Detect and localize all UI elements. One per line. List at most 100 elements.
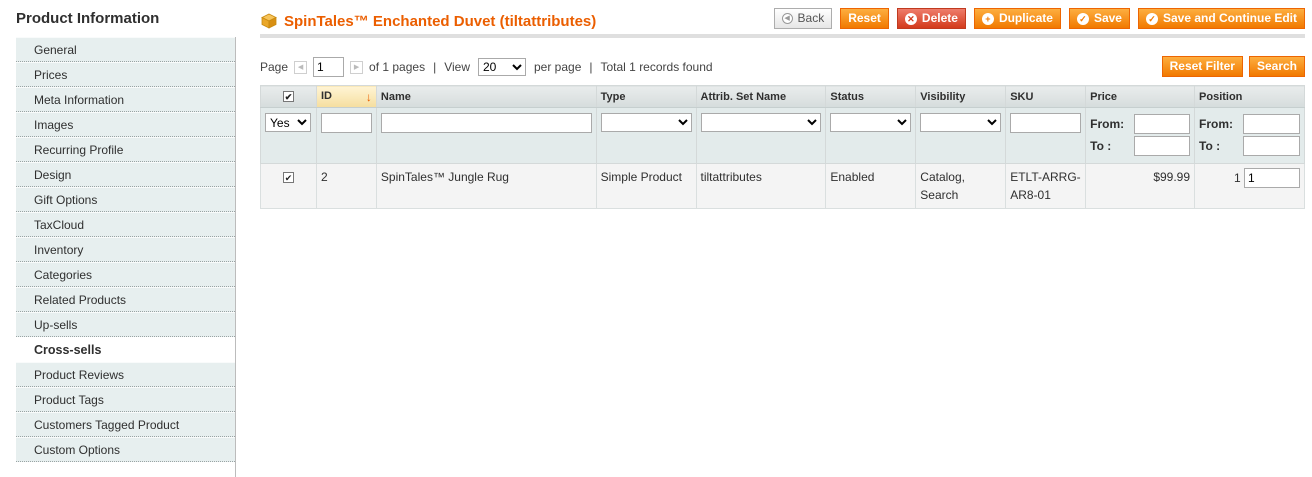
back-button[interactable]: ◀ Back (773, 8, 833, 29)
column-header-visibility[interactable]: Visibility (915, 85, 1007, 108)
price-from-label: From: (1090, 117, 1125, 131)
row-visibility: Catalog, Search (915, 163, 1007, 209)
column-header-position[interactable]: Position (1194, 85, 1305, 108)
position-from-range: From: (1199, 113, 1300, 135)
duplicate-button-label: Duplicate (998, 11, 1053, 25)
sidebar-item-categories[interactable]: Categories (16, 262, 235, 287)
filter-cell-attrib-set (695, 107, 827, 164)
position-to-input[interactable] (1243, 136, 1300, 156)
pager-separator: | (433, 60, 437, 74)
sidebar-item-related-products[interactable]: Related Products (16, 287, 235, 312)
per-page-label: per page (534, 60, 582, 74)
filter-cell-position: From: To : (1194, 107, 1305, 164)
view-label: View (444, 60, 470, 74)
name-filter-input[interactable] (380, 113, 592, 133)
row-position-cell: 1 (1194, 163, 1305, 209)
save-button[interactable]: ✓ Save (1068, 8, 1130, 29)
column-header-type[interactable]: Type (595, 85, 697, 108)
page-title: SpinTales™ Enchanted Duvet (tiltattribut… (284, 13, 597, 30)
row-position-input[interactable] (1244, 168, 1300, 188)
price-to-range: To : (1090, 135, 1191, 157)
in-products-filter-select[interactable]: Yes (265, 113, 311, 132)
pager-separator: | (589, 60, 593, 74)
row-position-value: 1 (1233, 171, 1241, 185)
next-page-icon[interactable]: ▶ (350, 60, 364, 74)
save-and-continue-button[interactable]: ✓ Save and Continue Edit (1137, 8, 1305, 29)
filter-cell-in-products: Yes (260, 107, 317, 164)
page-input[interactable] (313, 57, 345, 77)
sidebar-tabs: General Prices Meta Information Images R… (16, 37, 236, 462)
back-button-label: Back (797, 11, 825, 25)
sidebar-item-inventory[interactable]: Inventory (16, 237, 235, 262)
check-icon: ✓ (1076, 12, 1089, 25)
sidebar-item-product-reviews[interactable]: Product Reviews (16, 362, 235, 387)
sidebar-item-customers-tagged-product[interactable]: Customers Tagged Product (16, 412, 235, 437)
main-content: SpinTales™ Enchanted Duvet (tiltattribut… (260, 0, 1305, 209)
grid-filter-row: Yes From: To : From: To: (260, 107, 1305, 164)
sku-filter-input[interactable] (1010, 113, 1082, 133)
column-header-sku[interactable]: SKU (1005, 85, 1087, 108)
position-to-range: To : (1199, 135, 1300, 157)
save-button-label: Save (1093, 11, 1122, 25)
sort-arrow-down-icon: ↓ (365, 89, 372, 104)
select-all-checkbox[interactable]: ✔ (282, 90, 294, 102)
sidebar-item-meta-information[interactable]: Meta Information (16, 87, 235, 112)
sidebar-item-gift-options[interactable]: Gift Options (16, 187, 235, 212)
row-checkbox[interactable]: ✔ (282, 172, 294, 183)
filter-cell-visibility (915, 107, 1007, 164)
row-price: $99.99 (1085, 163, 1196, 209)
total-records: Total 1 records found (600, 60, 713, 74)
products-grid: ✔ ID ↓ Name Type Attrib. Set Name Status… (260, 85, 1305, 209)
column-header-name[interactable]: Name (375, 85, 597, 108)
filter-cell-status (825, 107, 917, 164)
sidebar-item-up-sells[interactable]: Up-sells (16, 312, 235, 337)
sidebar-item-custom-options[interactable]: Custom Options (16, 437, 235, 462)
price-from-input[interactable] (1134, 114, 1191, 134)
select-all-header[interactable]: ✔ (260, 85, 317, 108)
id-filter-input[interactable] (320, 113, 372, 133)
reset-button[interactable]: Reset (840, 8, 889, 29)
column-header-id[interactable]: ID ↓ (315, 85, 377, 108)
column-header-id-label: ID (320, 89, 332, 102)
page-label: Page (260, 60, 289, 74)
filter-cell-sku (1005, 107, 1087, 164)
sidebar-item-design[interactable]: Design (16, 162, 235, 187)
box-icon (261, 13, 277, 29)
table-row[interactable]: ✔ 2 SpinTales™ Jungle Rug Simple Product… (260, 163, 1305, 209)
search-button-label: Search (1256, 59, 1297, 73)
row-type: Simple Product (595, 163, 697, 209)
reset-filter-button[interactable]: Reset Filter (1161, 56, 1243, 77)
filter-cell-name (375, 107, 597, 164)
duplicate-button[interactable]: + Duplicate (973, 8, 1061, 29)
reset-button-label: Reset (848, 11, 881, 25)
price-to-input[interactable] (1134, 136, 1191, 156)
status-filter-select[interactable] (830, 113, 912, 132)
visibility-filter-select[interactable] (920, 113, 1002, 132)
delete-button[interactable]: ✕ Delete (896, 8, 966, 29)
attrib-set-filter-select[interactable] (700, 113, 822, 132)
row-sku: ETLT-ARRG-AR8-01 (1005, 163, 1087, 209)
position-to-label: To : (1199, 139, 1221, 153)
filter-cell-price: From: To : (1085, 107, 1196, 164)
sidebar-item-taxcloud[interactable]: TaxCloud (16, 212, 235, 237)
page-header: SpinTales™ Enchanted Duvet (tiltattribut… (260, 0, 1305, 38)
sidebar-item-product-tags[interactable]: Product Tags (16, 387, 235, 412)
search-button[interactable]: Search (1248, 56, 1305, 77)
sidebar-item-general[interactable]: General (16, 37, 235, 62)
sidebar-item-prices[interactable]: Prices (16, 62, 235, 87)
column-header-price[interactable]: Price (1085, 85, 1196, 108)
filter-cell-type (595, 107, 697, 164)
column-header-status[interactable]: Status (825, 85, 917, 108)
per-page-select[interactable]: 20 (478, 58, 526, 76)
price-from-range: From: (1090, 113, 1191, 135)
sidebar-item-recurring-profile[interactable]: Recurring Profile (16, 137, 235, 162)
sidebar-item-images[interactable]: Images (16, 112, 235, 137)
position-from-input[interactable] (1243, 114, 1300, 134)
save-and-continue-button-label: Save and Continue Edit (1162, 11, 1297, 25)
column-header-attrib-set[interactable]: Attrib. Set Name (695, 85, 827, 108)
row-select-cell[interactable]: ✔ (260, 163, 317, 209)
sidebar-item-cross-sells[interactable]: Cross-sells (16, 337, 236, 362)
type-filter-select[interactable] (600, 113, 692, 132)
sidebar: Product Information General Prices Meta … (16, 0, 236, 477)
prev-page-icon[interactable]: ◀ (294, 60, 308, 74)
